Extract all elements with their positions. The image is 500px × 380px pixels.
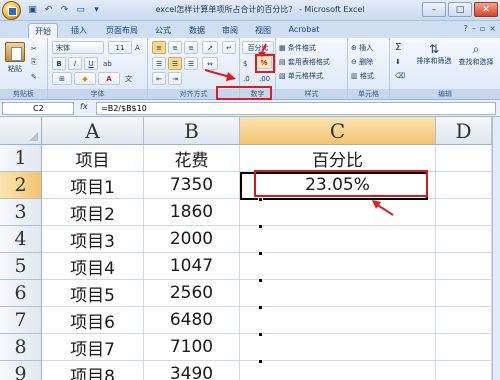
cell-d4[interactable] xyxy=(436,226,492,253)
row-header-3[interactable]: 3 xyxy=(0,199,42,226)
fill-handle-marker-row8 xyxy=(258,332,263,337)
cell-b7[interactable]: 6480 xyxy=(144,307,240,334)
cell-c5[interactable] xyxy=(240,253,436,280)
cell-d5[interactable] xyxy=(436,253,492,280)
fill-handle-marker-row5 xyxy=(258,251,263,256)
formula-input[interactable]: =B2/$B$10 xyxy=(96,102,496,115)
cell-a7[interactable]: 项目6 xyxy=(42,307,144,334)
arrow-percent-head xyxy=(258,52,266,57)
arrow-format-head xyxy=(226,72,236,81)
cell-d1[interactable] xyxy=(436,145,492,172)
row-header-6[interactable]: 6 xyxy=(0,280,42,307)
name-box[interactable]: C2 xyxy=(2,102,74,115)
fx-icon[interactable]: fx xyxy=(80,102,88,111)
cell-c8[interactable] xyxy=(240,334,436,361)
cell-d3[interactable] xyxy=(436,199,492,226)
cell-b4[interactable]: 2000 xyxy=(144,226,240,253)
arrow-format-line xyxy=(204,69,231,78)
column-header-a[interactable]: A xyxy=(42,117,144,145)
arrow-percent-line xyxy=(261,43,267,53)
row-header-7[interactable]: 7 xyxy=(0,307,42,334)
cell-b6[interactable]: 2560 xyxy=(144,280,240,307)
cell-b5[interactable]: 1047 xyxy=(144,253,240,280)
fill-handle-marker-row7 xyxy=(258,305,263,310)
row-header-5[interactable]: 5 xyxy=(0,253,42,280)
cell-a4[interactable]: 项目3 xyxy=(42,226,144,253)
cell-d9[interactable] xyxy=(436,361,492,380)
fill-handle[interactable] xyxy=(258,197,263,202)
cell-a9[interactable]: 项目8 xyxy=(42,361,144,380)
vertical-scrollbar[interactable] xyxy=(492,117,500,380)
fill-handle-marker-row9 xyxy=(258,359,263,364)
select-all-button[interactable] xyxy=(0,117,42,145)
cell-d6[interactable] xyxy=(436,280,492,307)
cell-a3[interactable]: 项目2 xyxy=(42,199,144,226)
cell-b1[interactable]: 花费 xyxy=(144,145,240,172)
cell-a1[interactable]: 项目 xyxy=(42,145,144,172)
fill-handle-marker-row6 xyxy=(258,278,263,283)
cell-a6[interactable]: 项目5 xyxy=(42,280,144,307)
column-header-d[interactable]: D xyxy=(436,117,492,145)
formula-bar: C2 fx =B2/$B$10 xyxy=(0,100,500,117)
row-header-4[interactable]: 4 xyxy=(0,226,42,253)
cell-d8[interactable] xyxy=(436,334,492,361)
row-header-1[interactable]: 1 xyxy=(0,145,42,172)
column-header-c[interactable]: C xyxy=(240,117,436,145)
cell-a2[interactable]: 项目1 xyxy=(42,172,144,199)
cell-c3[interactable] xyxy=(240,199,436,226)
row-header-8[interactable]: 8 xyxy=(0,334,42,361)
cell-c7[interactable] xyxy=(240,307,436,334)
cell-b3[interactable]: 1860 xyxy=(144,199,240,226)
fill-handle-marker-row4 xyxy=(258,224,263,229)
cell-b2[interactable]: 7350 xyxy=(144,172,240,199)
spreadsheet-grid: A B C D 1 2 3 4 5 6 7 8 9 项目 花费 百分比 项目1 … xyxy=(0,117,500,380)
row-header-9[interactable]: 9 xyxy=(0,361,42,380)
row-header-2[interactable]: 2 xyxy=(0,172,42,199)
cell-a8[interactable]: 项目7 xyxy=(42,334,144,361)
cell-d2[interactable] xyxy=(436,172,492,199)
cell-c6[interactable] xyxy=(240,280,436,307)
cell-a5[interactable]: 项目4 xyxy=(42,253,144,280)
cell-b9[interactable]: 3490 xyxy=(144,361,240,380)
cell-d7[interactable] xyxy=(436,307,492,334)
cell-c4[interactable] xyxy=(240,226,436,253)
column-header-b[interactable]: B xyxy=(144,117,240,145)
cell-c1[interactable]: 百分比 xyxy=(240,145,436,172)
cell-b8[interactable]: 7100 xyxy=(144,334,240,361)
annotation-cell-box xyxy=(254,170,428,197)
cell-c9[interactable] xyxy=(240,361,436,380)
